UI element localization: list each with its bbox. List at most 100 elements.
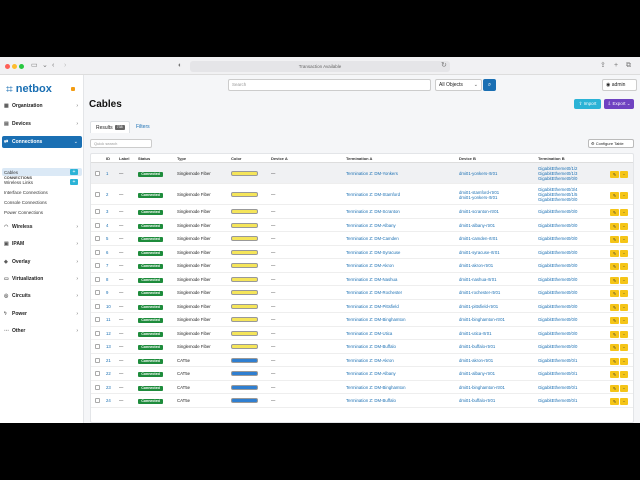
device-b-link[interactable]: dmi01-akron-rtr01 xyxy=(459,263,493,268)
brand-logo[interactable]: ⌗ netbox xyxy=(6,79,52,99)
edit-button[interactable]: ✎ xyxy=(610,170,619,178)
row-select-checkbox[interactable] xyxy=(95,277,100,282)
edit-button[interactable]: ✎ xyxy=(610,384,619,392)
edit-button[interactable]: ✎ xyxy=(610,330,619,338)
column-header-status[interactable]: Status xyxy=(138,156,150,161)
device-b-link[interactable]: dmi01-albany-rtr01 xyxy=(459,371,495,376)
row-actions-dropdown[interactable]: ⌄ xyxy=(620,370,628,378)
sidebar-item-console-connections[interactable]: Console Connections xyxy=(2,198,82,206)
export-button[interactable]: ⇩ Export ⌄ xyxy=(604,99,634,109)
row-select-checkbox[interactable] xyxy=(95,385,100,390)
device-b-link[interactable]: dmi01-nashua-rtr01 xyxy=(459,277,497,282)
termination-b-link[interactable]: GigabitEthernet0/0/1 xyxy=(538,398,577,403)
termination-b-link[interactable]: GigabitEthernet0/0/0 xyxy=(538,317,577,322)
termination-a-link[interactable]: Termination Z: DM-Akron xyxy=(346,358,394,363)
edit-button[interactable]: ✎ xyxy=(610,370,619,378)
table-row[interactable]: 13 — Connected Singlemode Fiber — Termination… xyxy=(91,340,633,354)
sidebar-item-overlay[interactable]: ◈ Overlay › xyxy=(2,256,82,268)
back-icon[interactable]: ‹ xyxy=(52,61,54,71)
table-row[interactable]: 21 — Connected CAT5e — Termination Z: DM-Akro… xyxy=(91,354,633,367)
column-header-id[interactable]: ID xyxy=(106,156,110,161)
edit-button[interactable]: ✎ xyxy=(610,235,619,243)
termination-b-link[interactable]: GigabitEthernet0/0/0 xyxy=(538,223,577,228)
edit-button[interactable]: ✎ xyxy=(610,276,619,284)
cable-id[interactable]: 13 xyxy=(106,344,111,349)
termination-b-link[interactable]: GigabitEthernet0/0/0 xyxy=(538,344,577,349)
row-select-checkbox[interactable] xyxy=(95,398,100,403)
cable-id[interactable]: 6 xyxy=(106,250,108,255)
device-b-link[interactable]: dmi01-binghamton-rtr01 xyxy=(459,385,505,390)
cable-id[interactable]: 1 xyxy=(106,171,108,176)
row-actions-dropdown[interactable]: ⌄ xyxy=(620,249,628,257)
row-select-checkbox[interactable] xyxy=(95,304,100,309)
column-header-color[interactable]: Color xyxy=(231,156,241,161)
cable-id[interactable]: 5 xyxy=(106,236,108,241)
add-wireless-links-button[interactable]: + xyxy=(70,179,78,185)
global-search-input[interactable]: Search xyxy=(228,79,431,91)
cable-id[interactable]: 23 xyxy=(106,385,111,390)
user-menu[interactable]: ◉ admin xyxy=(602,79,637,91)
device-b-link[interactable]: dmi01-syracuse-rtr01 xyxy=(459,250,500,255)
termination-b-link[interactable]: GigabitEthernet0/0/1 xyxy=(538,371,577,376)
termination-b-link[interactable]: GigabitEthernet0/0/0 xyxy=(538,277,577,282)
table-row[interactable]: 11 — Connected Singlemode Fiber — Termination… xyxy=(91,313,633,327)
column-header-device-b[interactable]: Device B xyxy=(459,156,476,161)
sidebar-item-ipam[interactable]: ▣ IPAM › xyxy=(2,238,82,250)
termination-a-link[interactable]: Termination Z: DM-Yonkers xyxy=(346,171,398,176)
row-actions-dropdown[interactable]: ⌄ xyxy=(620,289,628,297)
table-row[interactable]: 6 — Connected Singlemode Fiber — Termination … xyxy=(91,246,633,259)
termination-b-link[interactable]: GigabitEthernet0/0/0 xyxy=(538,197,577,202)
sidebar-item-interface-connections[interactable]: Interface Connections xyxy=(2,188,82,196)
row-actions-dropdown[interactable]: ⌄ xyxy=(620,303,628,311)
edit-button[interactable]: ✎ xyxy=(610,289,619,297)
row-select-checkbox[interactable] xyxy=(95,192,100,197)
sidebar-item-connections[interactable]: ⇄ Connections ⌄ xyxy=(2,136,82,148)
device-b-link[interactable]: dmi01-albany-rtr01 xyxy=(459,223,495,228)
edit-button[interactable]: ✎ xyxy=(610,357,619,365)
termination-a-link[interactable]: Termination Z: DM-Scranton xyxy=(346,209,400,214)
device-b-link[interactable]: dmi01-utica-rtr01 xyxy=(459,331,491,336)
device-b-link[interactable]: dmi01-yonkers-rtr01 xyxy=(459,195,497,200)
cable-id[interactable]: 2 xyxy=(106,192,108,197)
edit-button[interactable]: ✎ xyxy=(610,208,619,216)
cable-id[interactable]: 11 xyxy=(106,317,110,322)
row-select-checkbox[interactable] xyxy=(95,250,100,255)
row-actions-dropdown[interactable]: ⌄ xyxy=(620,235,628,243)
edit-button[interactable]: ✎ xyxy=(610,343,619,351)
sidebar-item-power-connections[interactable]: Power Connections xyxy=(2,208,82,216)
termination-b-link[interactable]: GigabitEthernet0/0/0 xyxy=(538,290,577,295)
termination-a-link[interactable]: Termination Z: DM-Buffalo xyxy=(346,398,396,403)
termination-a-link[interactable]: Termination Z: DM-Camden xyxy=(346,236,399,241)
table-row[interactable]: 2 — Connected Singlemode Fiber — Termination … xyxy=(91,184,633,205)
termination-b-link[interactable]: GigabitEthernet0/0/0 xyxy=(538,250,577,255)
sidebar-item-devices[interactable]: ▤ Devices › xyxy=(2,118,82,130)
termination-a-link[interactable]: Termination Z: DM-Albany xyxy=(346,223,396,228)
termination-a-link[interactable]: Termination Z: DM-Nashua xyxy=(346,277,397,282)
row-select-checkbox[interactable] xyxy=(95,223,100,228)
edit-button[interactable]: ✎ xyxy=(610,303,619,311)
row-select-checkbox[interactable] xyxy=(95,331,100,336)
row-actions-dropdown[interactable]: ⌄ xyxy=(620,316,628,324)
table-row[interactable]: 23 — Connected CAT5e — Termination Z: DM-Bing… xyxy=(91,381,633,394)
sidebar-item-wireless-links[interactable]: Wireless Links + xyxy=(2,178,82,186)
cable-id[interactable]: 22 xyxy=(106,371,111,376)
row-actions-dropdown[interactable]: ⌄ xyxy=(620,343,628,351)
edit-button[interactable]: ✎ xyxy=(610,222,619,230)
row-select-checkbox[interactable] xyxy=(95,358,100,363)
table-row[interactable]: 3 — Connected Singlemode Fiber — Termination … xyxy=(91,205,633,219)
row-select-checkbox[interactable] xyxy=(95,290,100,295)
sidebar-item-other[interactable]: ⋯ Other › xyxy=(2,325,82,337)
object-type-select[interactable]: All Objects ⌄ xyxy=(435,79,482,91)
reload-icon[interactable]: ↻ xyxy=(441,61,447,71)
termination-a-link[interactable]: Termination Z: DM-Rochester xyxy=(346,290,402,295)
share-icon[interactable]: ⇪ xyxy=(600,61,606,71)
table-row[interactable]: 12 — Connected Singlemode Fiber — Termination… xyxy=(91,327,633,340)
row-actions-dropdown[interactable]: ⌄ xyxy=(620,384,628,392)
row-actions-dropdown[interactable]: ⌄ xyxy=(620,262,628,270)
table-row[interactable]: 4 — Connected Singlemode Fiber — Termination … xyxy=(91,219,633,232)
import-button[interactable]: ⇧ Import xyxy=(574,99,601,109)
column-header-label[interactable]: Label xyxy=(119,156,129,161)
termination-b-link[interactable]: GigabitEthernet0/0/0 xyxy=(538,263,577,268)
table-row[interactable]: 5 — Connected Singlemode Fiber — Termination … xyxy=(91,232,633,246)
sidebar-item-power[interactable]: ϟ Power › xyxy=(2,308,82,320)
